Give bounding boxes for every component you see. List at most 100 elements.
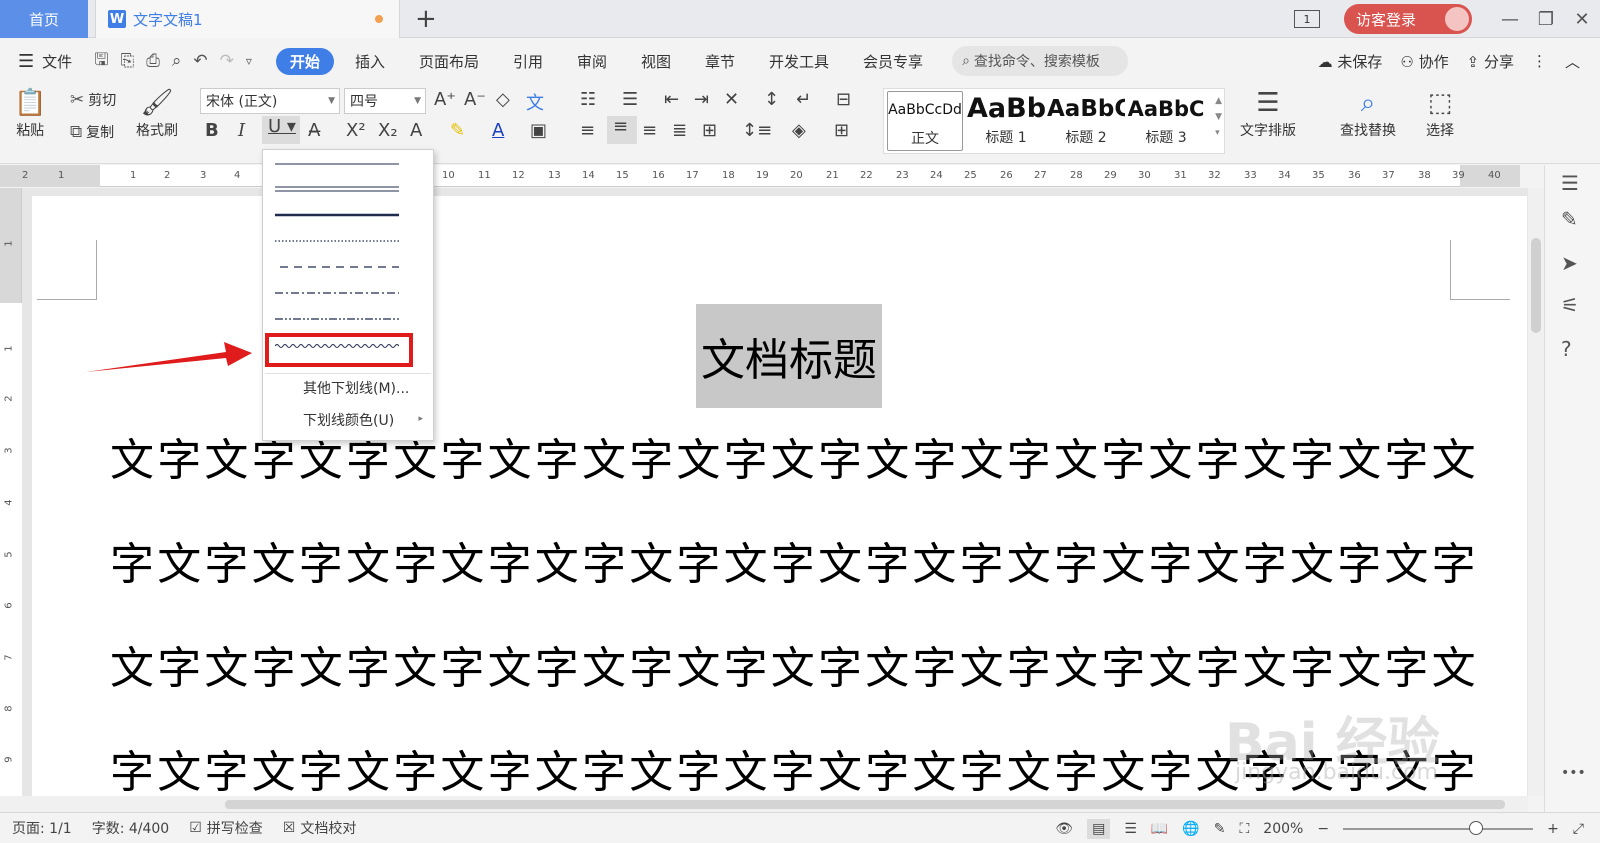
- word-count[interactable]: 字数: 4/400: [92, 818, 170, 838]
- strikethrough-icon[interactable]: A̶: [308, 120, 320, 141]
- justify-icon[interactable]: ≣: [672, 120, 687, 141]
- bullets-icon[interactable]: ☷: [580, 89, 596, 110]
- more-icon[interactable]: ⋮: [1532, 52, 1547, 70]
- paste-button[interactable]: 📋 粘贴: [14, 86, 46, 140]
- share-button[interactable]: ⇪ 分享: [1467, 51, 1514, 72]
- clear-format-icon[interactable]: ◇: [496, 89, 510, 110]
- cut-button[interactable]: ✂ 剪切: [70, 90, 116, 110]
- redo-icon[interactable]: ↷: [220, 51, 234, 71]
- text-layout-button[interactable]: ☰ 文字排版: [1240, 86, 1296, 140]
- tab-document[interactable]: W 文字文稿1: [95, 0, 400, 38]
- superscript-icon[interactable]: X²: [346, 120, 366, 141]
- style-normal[interactable]: AaBbCcDd 正文: [887, 91, 963, 151]
- more-dots-icon[interactable]: •••: [1561, 765, 1586, 781]
- page-view-icon[interactable]: ▤: [1087, 818, 1111, 839]
- undo-icon[interactable]: ↶: [193, 51, 207, 71]
- underline-dashed-option[interactable]: [275, 263, 399, 271]
- read-view-icon[interactable]: 📖: [1151, 821, 1168, 837]
- vertical-scrollbar[interactable]: [1528, 188, 1544, 796]
- file-menu[interactable]: ☰ 文件: [18, 51, 72, 72]
- tab-insert[interactable]: 插入: [338, 51, 402, 72]
- tab-developer[interactable]: 开发工具: [752, 51, 846, 72]
- tab-view[interactable]: 视图: [624, 51, 688, 72]
- text-effect-icon[interactable]: A: [410, 120, 422, 141]
- proofread-button[interactable]: ☒ 文档校对: [283, 818, 357, 838]
- grow-font-icon[interactable]: A⁺: [434, 89, 456, 110]
- numbering-icon[interactable]: ☰: [622, 89, 638, 110]
- document-title[interactable]: 文档标题: [696, 304, 882, 408]
- style-heading-1[interactable]: AaBb 标题 1: [967, 91, 1045, 151]
- vertical-ruler[interactable]: 1 1 2 3 4 5 6 7 8 9: [0, 188, 22, 796]
- cursor-icon[interactable]: ➤: [1561, 251, 1578, 275]
- tab-home[interactable]: 首页: [0, 0, 88, 38]
- zoom-in-icon[interactable]: +: [1547, 821, 1559, 837]
- print-preview-icon[interactable]: ⌕: [172, 51, 182, 71]
- settings-sliders-icon[interactable]: ⚟: [1561, 293, 1579, 317]
- subscript-icon[interactable]: X₂: [378, 120, 398, 141]
- text-direction-icon[interactable]: ✕: [724, 89, 739, 110]
- body-line[interactable]: 字文字文字文字文字文字文字文字文字文字文字文字文字文字文字: [110, 528, 1500, 592]
- customize-icon[interactable]: ▿: [246, 54, 252, 68]
- fullscreen-icon[interactable]: ⤢: [1573, 821, 1584, 837]
- underline-thick-option[interactable]: [275, 211, 399, 219]
- decrease-indent-icon[interactable]: ⇤: [664, 89, 679, 110]
- spell-check-button[interactable]: ☑ 拼写检查: [189, 818, 263, 838]
- font-name-select[interactable]: 宋体 (正文) ▼: [200, 88, 340, 114]
- page-indicator[interactable]: 页面: 1/1: [12, 818, 72, 838]
- underline-double-option[interactable]: [275, 185, 399, 193]
- scroll-thumb[interactable]: [1531, 238, 1541, 333]
- print-icon[interactable]: ⎙: [146, 51, 160, 71]
- style-heading-3[interactable]: AaBbC 标题 3: [1127, 91, 1205, 151]
- underline-dash-dot-option[interactable]: [275, 289, 399, 297]
- fit-page-icon[interactable]: ⛶: [1239, 821, 1249, 837]
- web-view-icon[interactable]: 🌐: [1182, 821, 1199, 837]
- zoom-out-icon[interactable]: −: [1317, 821, 1329, 837]
- style-heading-2[interactable]: AaBbC 标题 2: [1047, 91, 1125, 151]
- gallery-scroll-icon[interactable]: ▲ ▼ ▾: [1215, 93, 1222, 141]
- zoom-slider[interactable]: [1343, 820, 1534, 835]
- eye-protect-icon[interactable]: 👁: [1055, 821, 1073, 837]
- shrink-font-icon[interactable]: A⁻: [464, 89, 486, 110]
- window-count-icon[interactable]: 1: [1294, 10, 1320, 28]
- help-icon[interactable]: ?: [1561, 337, 1572, 361]
- format-painter-button[interactable]: 🖌 格式刷: [136, 86, 178, 140]
- underline-dotted-option[interactable]: [275, 237, 399, 245]
- outline-view-icon[interactable]: ☰: [1124, 821, 1137, 837]
- save-icon[interactable]: 🖫: [94, 47, 108, 76]
- zoom-slider-knob[interactable]: [1469, 820, 1484, 835]
- align-right-icon[interactable]: ≡: [642, 120, 657, 141]
- line-break-icon[interactable]: ↵: [796, 89, 811, 110]
- char-border-icon[interactable]: ▣: [530, 120, 547, 141]
- tab-page-layout[interactable]: 页面布局: [402, 51, 496, 72]
- edit-pen-icon[interactable]: ✎: [1561, 207, 1578, 231]
- tab-start[interactable]: 开始: [275, 47, 334, 75]
- line-spacing-icon[interactable]: ↕≡: [742, 120, 772, 141]
- minimize-button[interactable]: —: [1492, 9, 1528, 30]
- horizontal-ruler[interactable]: 2 1 1 2 3 4 10 11 12 13 14 15 16 17 18 1…: [0, 165, 1520, 187]
- borders-icon[interactable]: ⊞: [834, 120, 849, 141]
- distributed-icon[interactable]: ⊞: [702, 120, 717, 141]
- font-color-icon[interactable]: A: [492, 120, 504, 141]
- underline-dash-dot-dot-option[interactable]: [275, 315, 399, 323]
- close-button[interactable]: ✕: [1564, 9, 1600, 30]
- sort-icon[interactable]: ↕: [764, 89, 779, 110]
- restore-button[interactable]: ❐: [1528, 9, 1564, 30]
- underline-color-item[interactable]: 下划线颜色(U): [303, 410, 394, 430]
- tab-member[interactable]: 会员专享: [846, 51, 940, 72]
- panel-collapse-icon[interactable]: ☰: [1561, 171, 1579, 195]
- bold-icon[interactable]: B: [205, 120, 219, 141]
- underline-single-option[interactable]: [275, 160, 399, 168]
- more-underlines-item[interactable]: 其他下划线(M)...: [303, 378, 409, 398]
- collapse-ribbon-icon[interactable]: ︿: [1565, 51, 1580, 72]
- align-center-icon[interactable]: ≡: [607, 116, 637, 144]
- underline-button[interactable]: U ▾: [262, 116, 300, 144]
- command-search[interactable]: ⌕ 查找命令、搜索模板: [952, 46, 1129, 76]
- pen-icon[interactable]: ✎: [1214, 821, 1226, 837]
- collaborate-button[interactable]: ⚇ 协作: [1400, 51, 1448, 72]
- align-left-icon[interactable]: ≡: [580, 120, 595, 141]
- highlight-icon[interactable]: ✎: [450, 120, 465, 141]
- export-icon[interactable]: ⎘: [121, 51, 135, 71]
- scroll-thumb[interactable]: [225, 800, 1505, 809]
- unsaved-button[interactable]: ☁ 未保存: [1318, 51, 1383, 72]
- zoom-level[interactable]: 200%: [1263, 821, 1303, 837]
